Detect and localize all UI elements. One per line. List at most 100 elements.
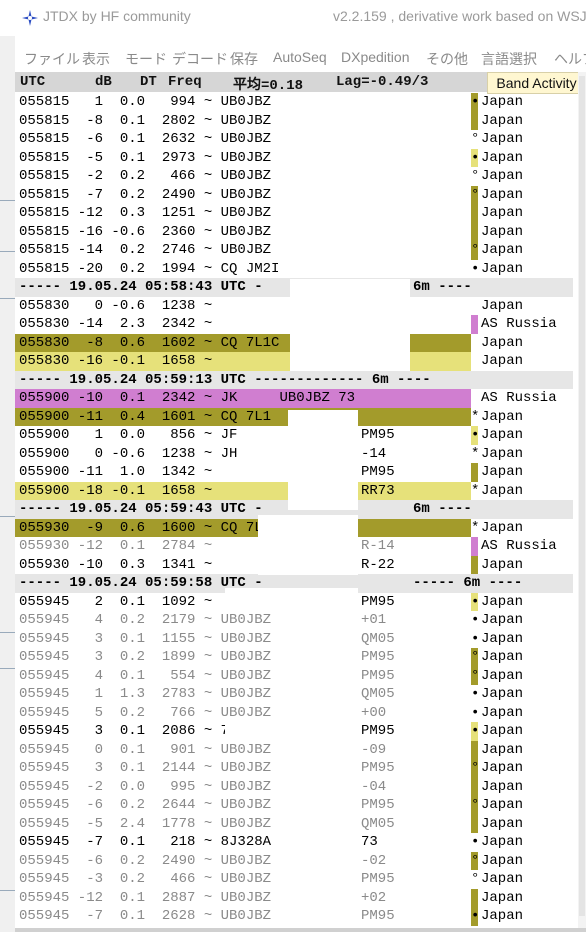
status-marker: [471, 888, 478, 907]
decode-message: ----- 19.05.24 05:59:13 UTC ------------…: [19, 371, 431, 388]
country-cell: • Japan: [471, 907, 573, 926]
menu-other[interactable]: その他: [426, 49, 468, 69]
priority-mark: *: [471, 445, 480, 462]
redaction-block: [288, 606, 358, 726]
country-label: Japan: [481, 889, 524, 906]
status-marker: [471, 315, 478, 334]
country-cell: Japan: [471, 888, 573, 907]
country-cell: ° Japan: [471, 870, 573, 889]
country-cell: ° Japan: [471, 185, 573, 204]
decode-message: 055815 1 0.0 994 ~ UB0JBZ: [19, 94, 272, 110]
decode-message: 055815 -5 0.1 2973 ~ UB0JBZ: [19, 149, 272, 166]
country-label: Japan: [481, 871, 524, 887]
priority-mark: *: [471, 519, 480, 536]
decode-message-tail: +00: [361, 704, 387, 721]
country-label: Japan: [481, 353, 524, 369]
decode-message: 055815 -20 0.2 1994 ~ CQ JM2I: [19, 260, 280, 277]
priority-mark: °: [471, 797, 480, 813]
status-marker: [471, 555, 478, 574]
country-label: Japan: [481, 445, 524, 462]
decode-message: 055945 -7 0.1 2628 ~ UB0JBZ: [19, 908, 272, 924]
separator-band: 6m ----: [413, 501, 472, 517]
priority-mark: *: [471, 408, 480, 425]
country-label: Japan: [481, 112, 524, 129]
country-cell: ° Japan: [471, 648, 573, 667]
derivative-text: v2.2.159 , derivative work based on WSJT…: [333, 8, 586, 24]
country-label: Japan: [481, 649, 524, 665]
menu-dxpedition[interactable]: DXpedition: [341, 49, 410, 65]
menu-autoseq[interactable]: AutoSeq: [273, 49, 327, 65]
header-freq: Freq: [168, 74, 202, 90]
menu-decode[interactable]: デコード: [172, 49, 228, 69]
country-label: Japan: [481, 834, 524, 850]
decode-message: 055815 -14 0.2 2746 ~ UB0JBZ: [19, 242, 272, 258]
country-cell: * Japan: [471, 519, 573, 538]
decode-message: 055815 -16 -0.6 2360 ~ UB0JBZ: [19, 223, 272, 240]
decode-message-tail: PM95: [361, 649, 395, 665]
band-activity-button[interactable]: Band Activity: [487, 72, 586, 94]
decode-message: 055945 3 0.2 1899 ~ UB0JBZ: [19, 649, 272, 665]
country-label: Japan: [481, 242, 524, 258]
decode-message-tail: PM95: [361, 723, 395, 739]
title-bar: JTDX by HF community v2.2.159 , derivati…: [0, 0, 586, 36]
priority-mark: *: [471, 482, 480, 499]
header-db: dB: [95, 74, 112, 90]
period-separator-row[interactable]: ----- 19.05.24 05:59:13 UTC ------------…: [15, 370, 573, 389]
country-cell: Japan: [471, 814, 573, 833]
decode-message: ----- 19.05.24 05:59:43 UTC -: [19, 501, 263, 517]
menu-save[interactable]: 保存: [230, 49, 258, 69]
app-logo-icon: [22, 10, 38, 26]
country-label: Japan: [481, 334, 524, 351]
decode-message-tail: QM05: [361, 686, 395, 702]
status-marker: [471, 222, 478, 241]
decode-message-tail: 73: [361, 834, 378, 850]
menu-language[interactable]: 言語選択: [481, 49, 537, 69]
menu-file[interactable]: ファイル: [24, 49, 80, 69]
decode-message: 055945 3 0.1 1155 ~ UB0JBZ: [19, 630, 272, 647]
country-cell: ° Japan: [471, 759, 573, 778]
decode-message: 055900 -18 -0.1 1658 ~: [19, 482, 213, 499]
decode-message: 055830 0 -0.6 1238 ~: [19, 297, 213, 314]
country-label: Japan: [481, 427, 524, 443]
window-bottom-edge: [15, 928, 586, 932]
country-label: Japan: [481, 408, 524, 425]
scrollbar-track[interactable]: [579, 76, 585, 916]
country-cell: • Japan: [471, 722, 573, 741]
menu-help[interactable]: ヘルプ: [554, 49, 586, 69]
menu-mode[interactable]: モード: [125, 49, 167, 69]
country-cell: Japan: [471, 334, 573, 353]
decode-message: 055930 -10 0.3 1341 ~: [19, 556, 213, 573]
menu-bar: ファイル 表示 モード デコード 保存 AutoSeq DXpedition そ…: [15, 46, 586, 70]
priority-mark: °: [471, 667, 480, 684]
decode-message: 055945 -2 0.0 995 ~ UB0JBZ: [19, 778, 272, 795]
country-label: AS Russia: [481, 538, 557, 554]
country-label: Japan: [481, 593, 524, 610]
decode-row[interactable]: 055900 -10 0.1 2342 ~ JK UB0JBZ 73 AS Rus…: [15, 389, 573, 408]
decode-message: 055945 -6 0.2 2644 ~ UB0JBZ: [19, 797, 272, 813]
redaction-block: [225, 588, 358, 606]
country-label: Japan: [481, 630, 524, 647]
scrollbar[interactable]: [578, 72, 586, 932]
status-marker: [471, 204, 478, 223]
priority-mark: °: [471, 242, 480, 258]
decode-message-tail: R-14: [361, 538, 395, 554]
priority-mark: •: [471, 704, 480, 721]
country-label: Japan: [481, 519, 524, 536]
priority-mark: •: [471, 427, 480, 443]
priority-mark: °: [471, 852, 480, 869]
country-cell: * Japan: [471, 408, 573, 427]
status-marker: [471, 111, 478, 130]
priority-mark: •: [471, 686, 480, 702]
decode-message-tail: PM95: [361, 871, 395, 887]
country-cell: * Japan: [471, 482, 573, 501]
separator-band: ----- 6m ----: [413, 575, 523, 591]
priority-mark: •: [471, 908, 480, 924]
country-label: Japan: [481, 723, 524, 739]
header-utc: UTC: [20, 74, 46, 90]
priority-mark: •: [471, 834, 480, 850]
country-label: Japan: [481, 556, 524, 573]
country-cell: Japan: [471, 111, 573, 130]
menu-view[interactable]: 表示: [82, 49, 110, 69]
country-cell: • Japan: [471, 704, 573, 723]
decode-message: 055900 -11 1.0 1342 ~: [19, 464, 213, 480]
